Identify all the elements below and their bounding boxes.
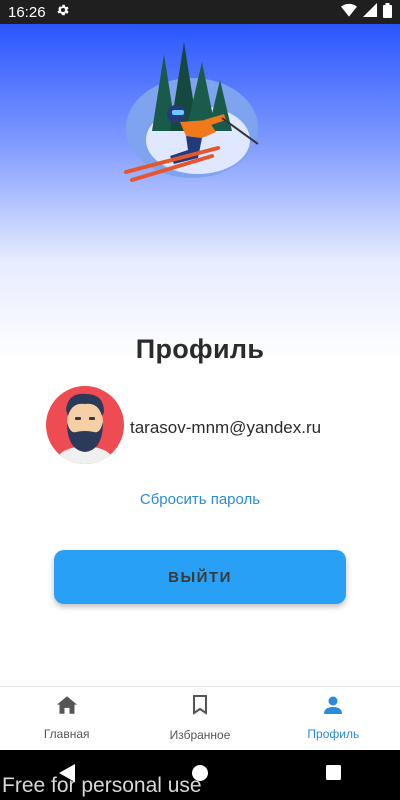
nav-item-home[interactable]: Главная xyxy=(0,687,133,750)
hero-background xyxy=(0,24,400,364)
nav-label-profile: Профиль xyxy=(307,727,360,741)
nav-item-profile[interactable]: Профиль xyxy=(267,687,400,750)
person-icon xyxy=(324,696,343,717)
signal-icon xyxy=(363,3,377,21)
status-bar: 16:26 xyxy=(0,0,400,24)
reset-password-link[interactable]: Сбросить пароль xyxy=(0,491,400,508)
status-time: 16:26 xyxy=(8,3,46,21)
nav-item-favorites[interactable]: Избранное xyxy=(133,687,266,750)
home-icon xyxy=(56,696,77,717)
page-title: Профиль xyxy=(135,334,265,364)
recents-square-icon[interactable] xyxy=(326,765,342,785)
settings-icon xyxy=(56,3,70,21)
user-email: tarasov-mnm@yandex.ru xyxy=(130,418,322,437)
nav-label-favorites: Избранное xyxy=(169,728,231,742)
avatar xyxy=(46,386,124,464)
wifi-icon xyxy=(341,3,357,21)
nav-label-home: Главная xyxy=(43,727,90,741)
bookmark-icon xyxy=(192,695,208,718)
bearded-man-icon xyxy=(56,393,114,464)
logout-button[interactable]: ВЫЙТИ xyxy=(54,550,346,604)
bottom-navigation: Главная Избранное Профиль xyxy=(0,686,400,750)
watermark: Free for personal use xyxy=(2,774,202,797)
battery-icon xyxy=(383,2,392,22)
skier-illustration xyxy=(124,42,259,182)
